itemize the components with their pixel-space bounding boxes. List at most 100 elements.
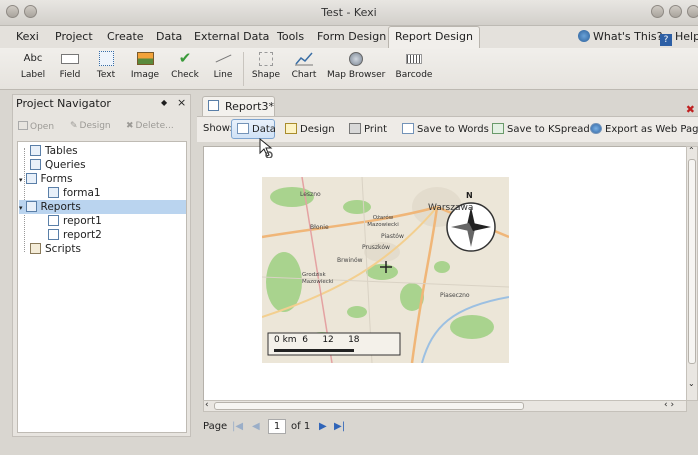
field-tool-label: Field: [59, 70, 81, 80]
navigator-close-icon[interactable]: ×: [177, 96, 186, 109]
image-icon: [134, 50, 156, 67]
navigator-toolbar: Open ✎ Design ✖ Delete...: [16, 119, 188, 137]
tree-item-label: report2: [63, 229, 102, 241]
map-place-label: Grodzisk Mazowiecki: [302, 272, 334, 285]
forest-area: [450, 315, 494, 339]
text-tool-button[interactable]: Text: [93, 50, 119, 88]
previous-page-icon[interactable]: ◀: [252, 421, 260, 432]
report-tab-icon: [208, 100, 219, 111]
page-of-label: of 1: [291, 421, 311, 432]
map-browser-tool-label: Map Browser: [327, 70, 386, 80]
save-to-words-button[interactable]: Save to Words: [402, 123, 489, 135]
menu-create[interactable]: Create: [107, 30, 144, 43]
first-page-icon[interactable]: |◀: [232, 421, 243, 432]
report-viewport[interactable]: Leszno Warszawa Błonie Ożarów Mazowiecki…: [203, 146, 687, 401]
help-icon: ?: [660, 34, 672, 46]
tree-item-label: report1: [63, 215, 102, 227]
delete-button[interactable]: ✖ Delete...: [126, 121, 174, 131]
check-tool-button[interactable]: ✔ Check: [170, 50, 200, 88]
menu-data[interactable]: Data: [156, 30, 182, 43]
tree-item-tables[interactable]: Tables: [30, 144, 78, 158]
maximize-icon[interactable]: [669, 5, 682, 18]
window-titlebar: Test - Kexi: [0, 0, 698, 26]
tree-item-forms[interactable]: ▾ Forms: [19, 172, 72, 186]
barcode-tool-button[interactable]: Barcode: [394, 50, 434, 88]
tree-item-label: Queries: [45, 159, 86, 171]
pencil-icon: ✎: [70, 121, 78, 131]
tree-item-label: Tables: [45, 145, 78, 157]
tree-item-report1[interactable]: report1: [48, 214, 102, 228]
label-tool-button[interactable]: Abc Label: [18, 50, 48, 88]
shape-tool-label: Shape: [251, 70, 281, 80]
scale-label: 0 km 6 12 18: [274, 335, 360, 345]
scroll-right-icon[interactable]: ‹ ›: [664, 400, 674, 410]
navigator-float-icon[interactable]: ◆: [161, 98, 167, 107]
status-bar: [0, 441, 698, 455]
image-tool-label: Image: [130, 70, 160, 80]
design-nav-button[interactable]: ✎ Design: [70, 121, 111, 131]
barcode-icon: [403, 50, 425, 67]
tree-item-reports[interactable]: ▾ Reports: [19, 200, 186, 214]
map-image[interactable]: Leszno Warszawa Błonie Ożarów Mazowiecki…: [262, 177, 509, 363]
data-view-button[interactable]: Data: [237, 123, 276, 135]
menu-external-data[interactable]: External Data: [194, 30, 269, 43]
field-tool-button[interactable]: Field: [56, 50, 84, 88]
tab-label: Report3*: [225, 100, 274, 113]
menu-tools[interactable]: Tools: [277, 30, 304, 43]
page-number-input[interactable]: 1: [268, 419, 286, 434]
check-tool-label: Check: [171, 70, 199, 80]
close-document-icon[interactable]: ✖: [686, 103, 695, 116]
open-button[interactable]: Open: [18, 121, 54, 132]
map-browser-tool-button[interactable]: Map Browser: [327, 50, 385, 88]
mouse-pointer-icon: [259, 137, 273, 159]
design-view-button[interactable]: Design: [285, 123, 335, 135]
map-place-label: Warszawa: [428, 203, 474, 213]
tables-icon: [30, 145, 41, 156]
tree-item-forma1[interactable]: forma1: [48, 186, 101, 200]
line-icon: [212, 50, 234, 67]
scroll-up-icon[interactable]: ⌃: [688, 146, 695, 155]
map-place-label: Ożarów Mazowiecki: [367, 215, 399, 228]
horizontal-scrollbar[interactable]: ‹ ‹ ›: [203, 400, 687, 412]
save-kspread-icon: [492, 123, 504, 134]
form-icon: [48, 187, 59, 198]
horizontal-scroll-thumb[interactable]: [214, 402, 524, 410]
map-place-label: Leszno: [300, 191, 321, 198]
menu-project[interactable]: Project: [55, 30, 93, 43]
next-page-icon[interactable]: ▶: [319, 421, 327, 432]
print-label: Print: [364, 124, 388, 135]
export-web-page-button[interactable]: Export as Web Page: [590, 123, 698, 135]
minimize-icon[interactable]: [651, 5, 664, 18]
scripts-icon: [30, 243, 41, 254]
tab-report3[interactable]: Report3*: [202, 96, 275, 116]
menu-kexi[interactable]: Kexi: [16, 30, 39, 43]
scroll-down-icon[interactable]: ⌄: [688, 379, 695, 388]
image-tool-button[interactable]: Image: [130, 50, 160, 88]
export-web-icon: [590, 123, 602, 134]
line-tool-button[interactable]: Line: [210, 50, 236, 88]
tree-item-scripts[interactable]: Scripts: [30, 242, 81, 256]
vertical-scrollbar[interactable]: ⌃ ⌄: [686, 146, 698, 401]
close-window-icon[interactable]: [687, 5, 698, 18]
project-tree[interactable]: Tables Queries ▾ Forms forma1 ▾ Reports re…: [17, 141, 187, 433]
page-label: Page: [203, 421, 228, 432]
chart-tool-button[interactable]: Chart: [289, 50, 319, 88]
tree-item-queries[interactable]: Queries: [30, 158, 86, 172]
scroll-left-icon[interactable]: ‹: [205, 400, 209, 410]
vertical-scroll-thumb[interactable]: [688, 159, 696, 364]
save-to-kspread-button[interactable]: Save to KSpread: [492, 123, 590, 135]
map-place-label: Piastów: [381, 233, 404, 240]
last-page-icon[interactable]: ▶|: [334, 421, 345, 432]
menu-report-design[interactable]: Report Design: [388, 26, 480, 49]
save-words-icon: [402, 123, 414, 134]
shape-tool-button[interactable]: Shape: [251, 50, 281, 88]
help-button[interactable]: ? Help: [660, 30, 698, 46]
tree-item-report2[interactable]: report2: [48, 228, 102, 242]
whats-this-button[interactable]: What's This?: [578, 30, 662, 43]
print-button[interactable]: Print: [349, 123, 387, 135]
data-view-label: Data: [252, 124, 276, 135]
menu-bar: Kexi Project Create Data External Data T…: [0, 26, 698, 49]
menu-form-design[interactable]: Form Design: [317, 30, 386, 43]
design-view-icon: [285, 123, 297, 134]
expand-arrow-icon: ▾: [19, 176, 23, 184]
